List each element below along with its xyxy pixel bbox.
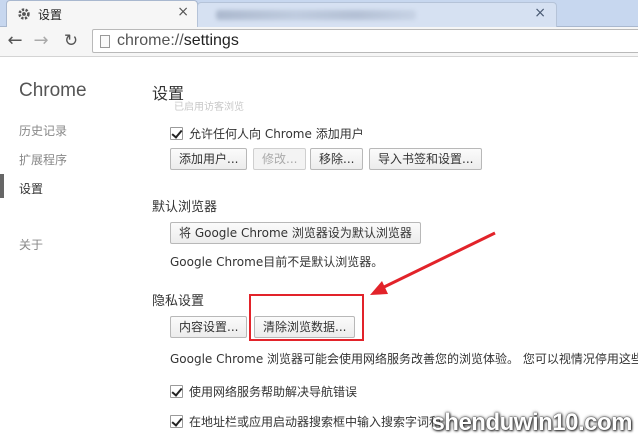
watermark: shenduwin10.com xyxy=(431,409,632,436)
annotation-arrow xyxy=(370,231,496,295)
